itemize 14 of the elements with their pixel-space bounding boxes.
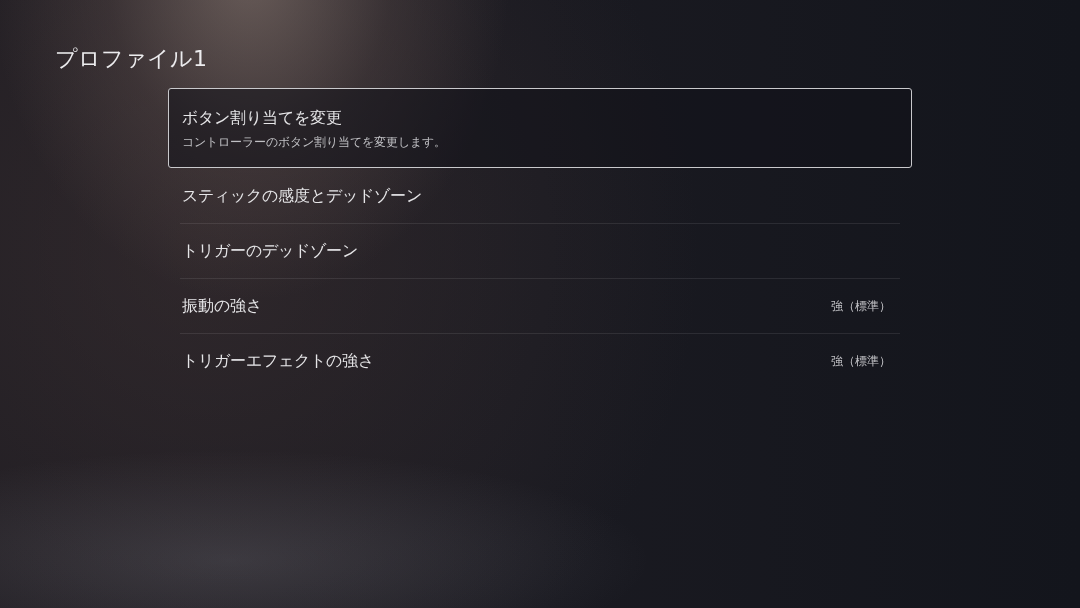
menu-item[interactable]: トリガーのデッドゾーン [168, 224, 912, 278]
item-description: コントローラーのボタン割り当てを変更します。 [182, 135, 446, 150]
menu-item[interactable]: ボタン割り当てを変更 コントローラーのボタン割り当てを変更します。 [168, 88, 912, 168]
item-label: トリガーのデッドゾーン [182, 241, 358, 261]
item-value: 強（標準） [831, 352, 891, 370]
menu-item[interactable]: スティックの感度とデッドゾーン [168, 169, 912, 223]
menu-item[interactable]: トリガーエフェクトの強さ 強（標準） [168, 334, 912, 388]
item-label: 振動の強さ [182, 296, 262, 316]
page-title: プロファイル1 [55, 45, 207, 73]
item-label: スティックの感度とデッドゾーン [182, 186, 422, 206]
item-label: トリガーエフェクトの強さ [182, 351, 374, 371]
item-label: ボタン割り当てを変更 [182, 108, 343, 128]
item-value: 強（標準） [831, 297, 891, 315]
menu-item[interactable]: 振動の強さ 強（標準） [168, 279, 912, 333]
